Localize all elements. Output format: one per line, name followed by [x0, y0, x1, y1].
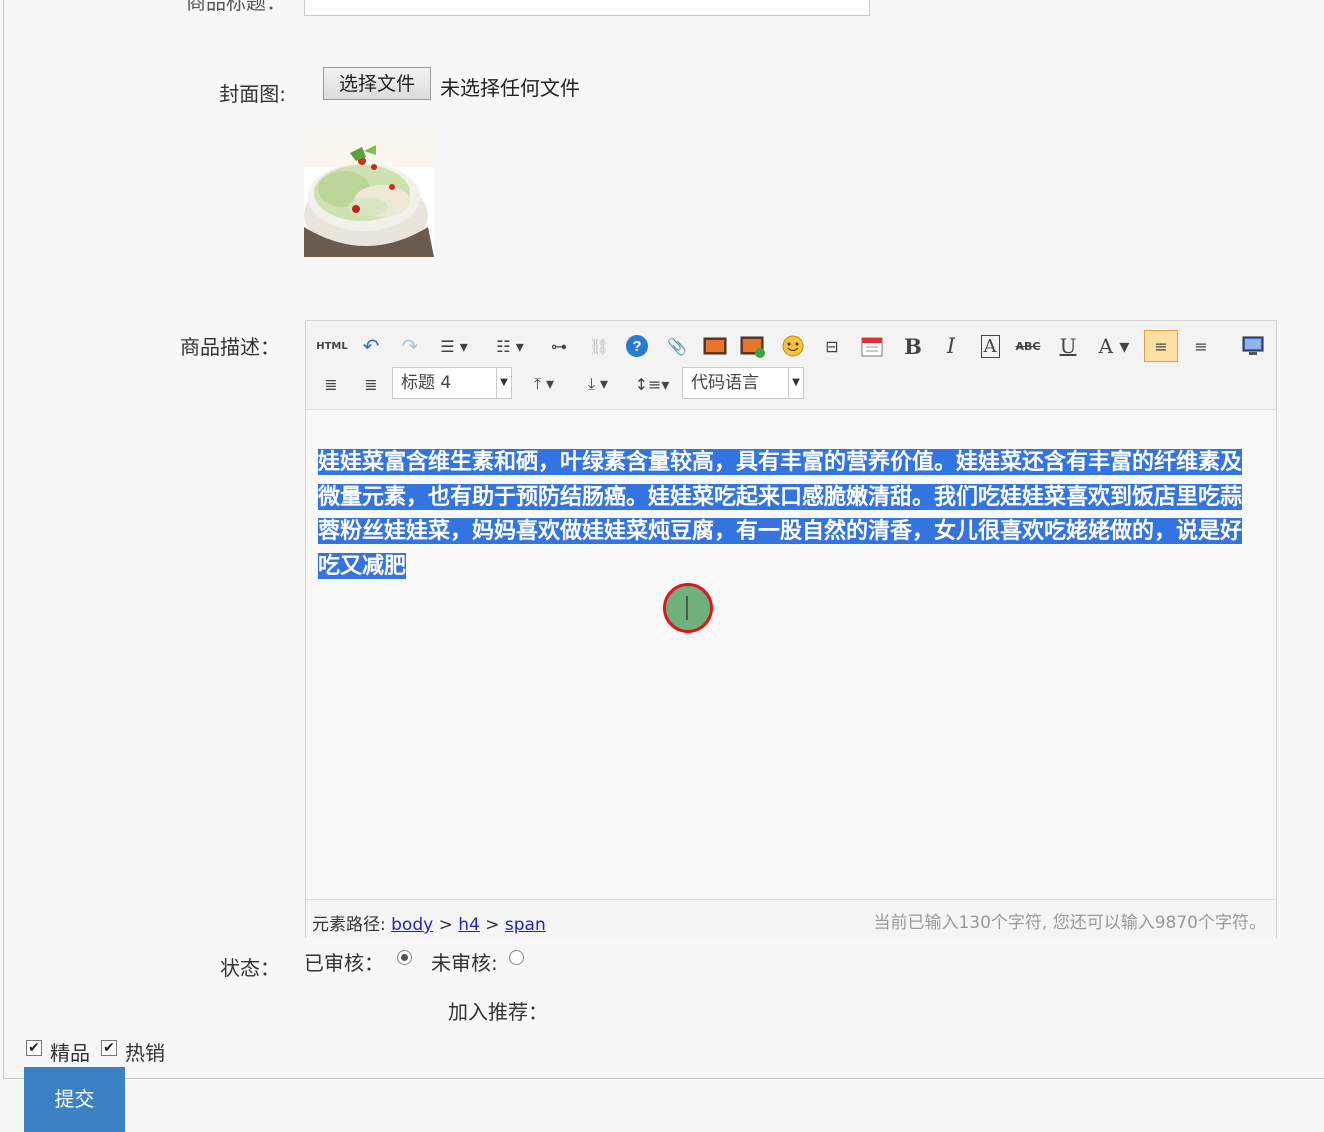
- code-language-select[interactable]: 代码语言 ▼: [682, 367, 804, 399]
- svg-text:?: ?: [632, 338, 641, 355]
- unaudited-label: 未审核:: [431, 951, 498, 975]
- text-box-icon[interactable]: A: [977, 333, 1003, 359]
- align-right-icon[interactable]: ≣: [318, 371, 344, 397]
- para-before-icon[interactable]: ⤒ ▾: [522, 371, 566, 397]
- fullscreen-icon[interactable]: [1240, 333, 1266, 359]
- page-break-icon[interactable]: ⊟: [819, 333, 845, 359]
- undo-icon[interactable]: ↶: [358, 333, 384, 359]
- audited-radio[interactable]: [397, 950, 412, 965]
- html-source-icon[interactable]: HTML: [316, 333, 348, 359]
- path-h4-link[interactable]: h4: [458, 915, 480, 935]
- title-input[interactable]: [304, 0, 870, 16]
- font-color-icon[interactable]: A ▾: [1094, 333, 1134, 359]
- strikethrough-icon[interactable]: ABC: [1015, 333, 1041, 359]
- editor-statusbar: 元素路径: body > h4 > span 当前已输入130个字符, 您还可以…: [306, 899, 1276, 938]
- choose-file-button[interactable]: 选择文件: [323, 67, 431, 100]
- text-cursor-icon: [686, 596, 688, 620]
- italic-icon[interactable]: I: [938, 333, 964, 359]
- audited-label: 已审核：: [304, 951, 384, 975]
- editor-toolbar: HTML ↶ ↷ ☰ ▾ ☷ ▾ ⊶ ⛓ ? 📎 ⊟ B I A ABC U A…: [306, 321, 1276, 410]
- redo-icon[interactable]: ↷: [397, 333, 423, 359]
- selected-text[interactable]: 娃娃菜富含维生素和硒，叶绿素含量较高，具有丰富的营养价值。娃娃菜还含有丰富的纤维…: [318, 449, 1243, 579]
- hot-label: 热销: [125, 1041, 165, 1065]
- path-span-link[interactable]: span: [505, 915, 546, 935]
- file-status-text: 未选择任何文件: [440, 76, 580, 100]
- featured-checkbox[interactable]: ✔: [26, 1040, 42, 1056]
- submit-button[interactable]: 提交: [24, 1067, 125, 1132]
- cursor-highlight: [663, 583, 713, 633]
- line-height-icon[interactable]: ↕≡▾: [630, 371, 674, 397]
- para-after-icon[interactable]: ⤓ ▾: [576, 371, 620, 397]
- rich-text-editor[interactable]: HTML ↶ ↷ ☰ ▾ ☷ ▾ ⊶ ⛓ ? 📎 ⊟ B I A ABC U A…: [305, 320, 1277, 938]
- unlink-icon[interactable]: ⛓: [586, 333, 612, 359]
- date-icon[interactable]: [859, 333, 885, 359]
- form-bottom-border: [3, 1078, 1324, 1079]
- ordered-list-icon[interactable]: ☷ ▾: [490, 333, 530, 359]
- justify-icon[interactable]: ≣: [358, 371, 384, 397]
- form-left-border: [3, 0, 4, 1078]
- align-left-icon[interactable]: ≡: [1144, 330, 1178, 362]
- unaudited-radio[interactable]: [509, 950, 524, 965]
- path-body-link[interactable]: body: [391, 915, 433, 935]
- cover-label: 封面图:: [219, 82, 286, 106]
- chevron-down-icon: ▼: [496, 368, 511, 398]
- cover-image-thumbnail: [304, 127, 434, 257]
- link-icon[interactable]: ⊶: [546, 333, 572, 359]
- image-icon[interactable]: [702, 333, 728, 359]
- title-field-label: 商品标题：: [186, 0, 286, 14]
- attachment-icon[interactable]: 📎: [664, 333, 690, 359]
- description-label: 商品描述：: [180, 335, 280, 359]
- underline-icon[interactable]: U: [1055, 333, 1081, 359]
- unordered-list-icon[interactable]: ☰ ▾: [434, 333, 474, 359]
- recommend-label: 加入推荐：: [448, 1000, 548, 1024]
- status-label: 状态：: [220, 956, 280, 980]
- help-icon[interactable]: ?: [624, 333, 650, 359]
- featured-label: 精品: [50, 1041, 90, 1065]
- heading-select[interactable]: 标题 4 ▼: [392, 367, 512, 399]
- bold-icon[interactable]: B: [900, 333, 926, 359]
- emoticon-icon[interactable]: [780, 333, 806, 359]
- editor-content[interactable]: 娃娃菜富含维生素和硒，叶绿素含量较高，具有丰富的营养价值。娃娃菜还含有丰富的纤维…: [318, 445, 1258, 583]
- multi-image-icon[interactable]: [740, 333, 766, 359]
- element-path: 元素路径: body > h4 > span: [312, 915, 546, 935]
- align-center-icon[interactable]: ≡: [1188, 333, 1214, 359]
- chevron-down-icon: ▼: [788, 368, 803, 398]
- character-count: 当前已输入130个字符, 您还可以输入9870个字符。: [873, 913, 1266, 933]
- hot-checkbox[interactable]: ✔: [101, 1040, 117, 1056]
